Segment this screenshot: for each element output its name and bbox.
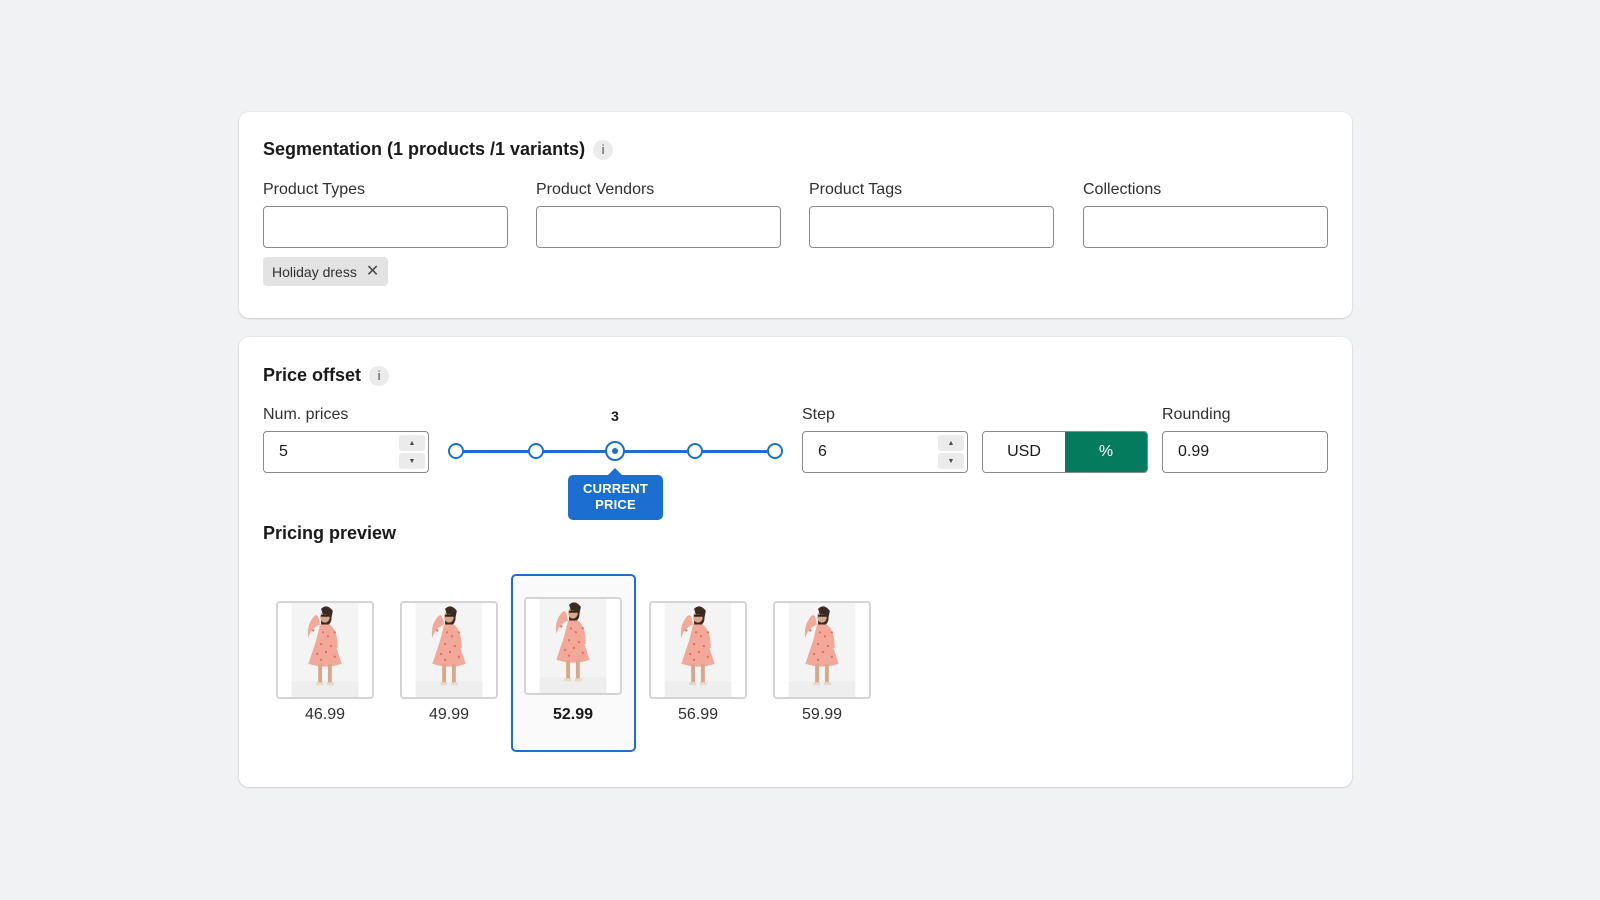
rounding-label: Rounding xyxy=(1162,406,1231,423)
rounding-input[interactable]: 0.99 xyxy=(1162,431,1328,473)
product-card-selected[interactable] xyxy=(524,597,622,695)
slider-step-1[interactable] xyxy=(448,443,464,459)
chevron-up-icon[interactable]: ▲ xyxy=(938,435,964,451)
chevron-down-icon[interactable]: ▼ xyxy=(399,453,425,469)
product-vendors-label: Product Vendors xyxy=(536,181,655,198)
chevron-down-icon[interactable]: ▼ xyxy=(938,453,964,469)
slider-value: 3 xyxy=(611,408,619,424)
product-card[interactable] xyxy=(773,601,871,699)
close-icon[interactable]: ✕ xyxy=(366,263,379,280)
num-prices-input[interactable]: 5 ▲ ▼ xyxy=(263,431,429,473)
tag-label: Holiday dress xyxy=(272,263,357,280)
product-vendors-input[interactable] xyxy=(536,206,781,248)
dress-image xyxy=(402,603,496,697)
product-card[interactable] xyxy=(276,601,374,699)
price-offset-title-text: Price offset xyxy=(263,365,362,385)
product-tags-label: Product Tags xyxy=(809,181,903,198)
unit-toggle: USD % xyxy=(982,431,1148,473)
product-tags-input[interactable] xyxy=(809,206,1054,248)
collections-input[interactable] xyxy=(1083,206,1328,248)
dress-image xyxy=(651,603,745,697)
segmentation-card: Segmentation (1 products /1 variants) i … xyxy=(239,112,1352,318)
dress-image xyxy=(775,603,869,697)
info-icon[interactable]: i xyxy=(593,139,614,160)
segmentation-title-text: Segmentation (1 products /1 variants) xyxy=(263,139,586,159)
product-card[interactable] xyxy=(400,601,498,699)
num-prices-value: 5 xyxy=(279,443,288,460)
current-price-label: CURRENT PRICE xyxy=(583,481,648,512)
product-price: 56.99 xyxy=(677,706,719,723)
product-card[interactable] xyxy=(649,601,747,699)
price-offset-card: Price offset i Num. prices 5 ▲ ▼ 3 CURRE… xyxy=(239,337,1352,787)
slider-step-2[interactable] xyxy=(528,443,544,459)
product-type-tag: Holiday dress ✕ xyxy=(263,257,389,286)
price-offset-title: Price offset i xyxy=(263,365,390,386)
chevron-up-icon[interactable]: ▲ xyxy=(399,435,425,451)
slider-handle[interactable] xyxy=(605,441,625,461)
percent-toggle-option[interactable]: % xyxy=(1065,432,1147,472)
dress-image xyxy=(278,603,372,697)
num-prices-label: Num. prices xyxy=(263,406,349,423)
dress-image xyxy=(526,599,620,693)
slider-step-4[interactable] xyxy=(687,443,703,459)
step-input[interactable]: 6 ▲ ▼ xyxy=(802,431,968,473)
usd-toggle-option[interactable]: USD xyxy=(983,432,1065,472)
pricing-preview-title: Pricing preview xyxy=(263,523,397,543)
step-value: 6 xyxy=(818,443,827,460)
product-types-label: Product Types xyxy=(263,181,365,198)
info-icon[interactable]: i xyxy=(369,365,390,386)
product-price: 59.99 xyxy=(801,706,843,723)
slider-step-5[interactable] xyxy=(767,443,783,459)
step-stepper: ▲ ▼ xyxy=(938,435,964,469)
product-price: 46.99 xyxy=(304,706,346,723)
product-price-selected: 52.99 xyxy=(552,706,594,723)
segmentation-title: Segmentation (1 products /1 variants) i xyxy=(263,139,614,160)
current-price-tooltip: CURRENT PRICE xyxy=(568,468,663,520)
step-label: Step xyxy=(802,406,835,423)
product-price: 49.99 xyxy=(428,706,470,723)
product-types-input[interactable] xyxy=(263,206,508,248)
num-prices-stepper: ▲ ▼ xyxy=(399,435,425,469)
collections-label: Collections xyxy=(1083,181,1162,198)
